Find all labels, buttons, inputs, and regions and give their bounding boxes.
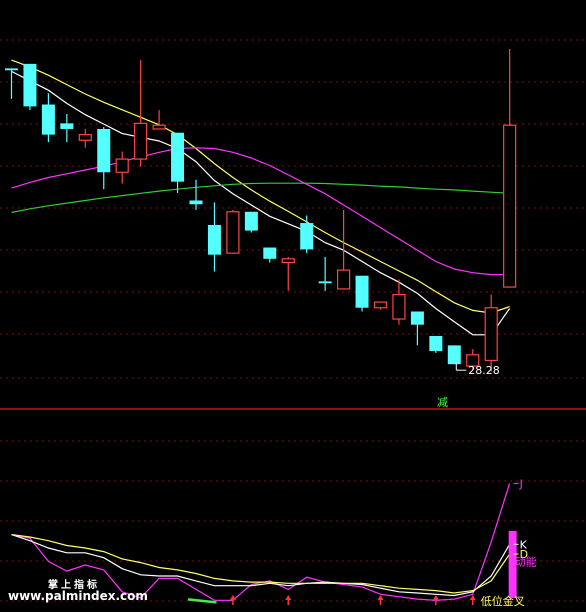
up-arrow-head	[285, 595, 292, 600]
candle	[134, 60, 148, 167]
candle-body	[115, 158, 129, 173]
candle	[97, 127, 111, 190]
candle-body	[337, 269, 351, 290]
candle-body	[373, 301, 388, 309]
momentum-label: 动能	[515, 554, 537, 568]
candle	[447, 345, 461, 365]
candle	[355, 275, 369, 312]
up-arrow-head	[432, 595, 439, 600]
candle-body	[134, 122, 148, 160]
candle	[503, 48, 517, 288]
candle-body	[410, 311, 424, 325]
candle-body	[152, 124, 166, 130]
candle-body	[244, 211, 258, 231]
candle	[115, 151, 129, 184]
signal-label: 低位金叉	[481, 594, 525, 608]
candle-body	[226, 211, 240, 254]
candle	[41, 93, 55, 143]
up-arrow-head	[469, 595, 476, 600]
candle	[78, 128, 92, 148]
ma-line-2	[11, 59, 510, 314]
candle-body	[171, 132, 185, 182]
candle-body	[447, 345, 461, 365]
candle-body	[429, 335, 443, 352]
candle-body	[207, 224, 221, 255]
candle	[5, 68, 18, 99]
candle	[226, 209, 240, 254]
candle	[60, 113, 74, 143]
candle-body	[318, 281, 332, 284]
low-price-label: 28.28	[468, 364, 500, 377]
candle-body	[503, 124, 517, 288]
legend-label-j: J	[519, 477, 523, 490]
candle-body	[392, 293, 406, 320]
candle-body	[78, 134, 92, 141]
low-price-annotation: 28.28	[455, 362, 500, 377]
candle	[171, 132, 185, 193]
candle-body	[5, 68, 18, 71]
candle	[392, 279, 406, 325]
green-marker	[187, 598, 217, 604]
candle	[263, 247, 277, 263]
candle	[152, 110, 166, 130]
watermark-url: www.palmindex.com	[8, 589, 148, 603]
candle-body	[263, 247, 277, 259]
candle-body	[300, 223, 314, 250]
candle	[484, 294, 498, 372]
candle-body	[355, 275, 369, 308]
candle	[337, 209, 351, 290]
candle	[410, 311, 424, 346]
candle-body	[97, 128, 111, 173]
ma-line-1	[11, 70, 511, 336]
kdj-markers: JKD动能低位金叉	[187, 477, 537, 608]
candle-body	[23, 63, 37, 107]
divider-label: 减	[437, 396, 448, 409]
up-arrow-head	[229, 595, 236, 600]
moving-average-lines	[11, 59, 511, 336]
candle-body	[281, 258, 295, 264]
up-arrow-head	[377, 595, 384, 600]
candle	[373, 301, 388, 310]
candle	[300, 215, 314, 254]
candle	[429, 335, 443, 353]
candle-body	[484, 307, 498, 362]
candle-body	[41, 104, 55, 135]
main-grid	[0, 39, 586, 379]
candle	[318, 256, 332, 291]
chart-canvas: 减 28.28 JKD动能低位金叉	[0, 39, 586, 608]
candle-body	[189, 200, 203, 205]
ma-line-4	[11, 182, 510, 214]
candle	[207, 202, 221, 272]
candle-body	[60, 123, 74, 129]
candle	[189, 179, 203, 210]
candle	[23, 63, 37, 111]
candle	[281, 256, 295, 291]
candle	[244, 211, 258, 233]
